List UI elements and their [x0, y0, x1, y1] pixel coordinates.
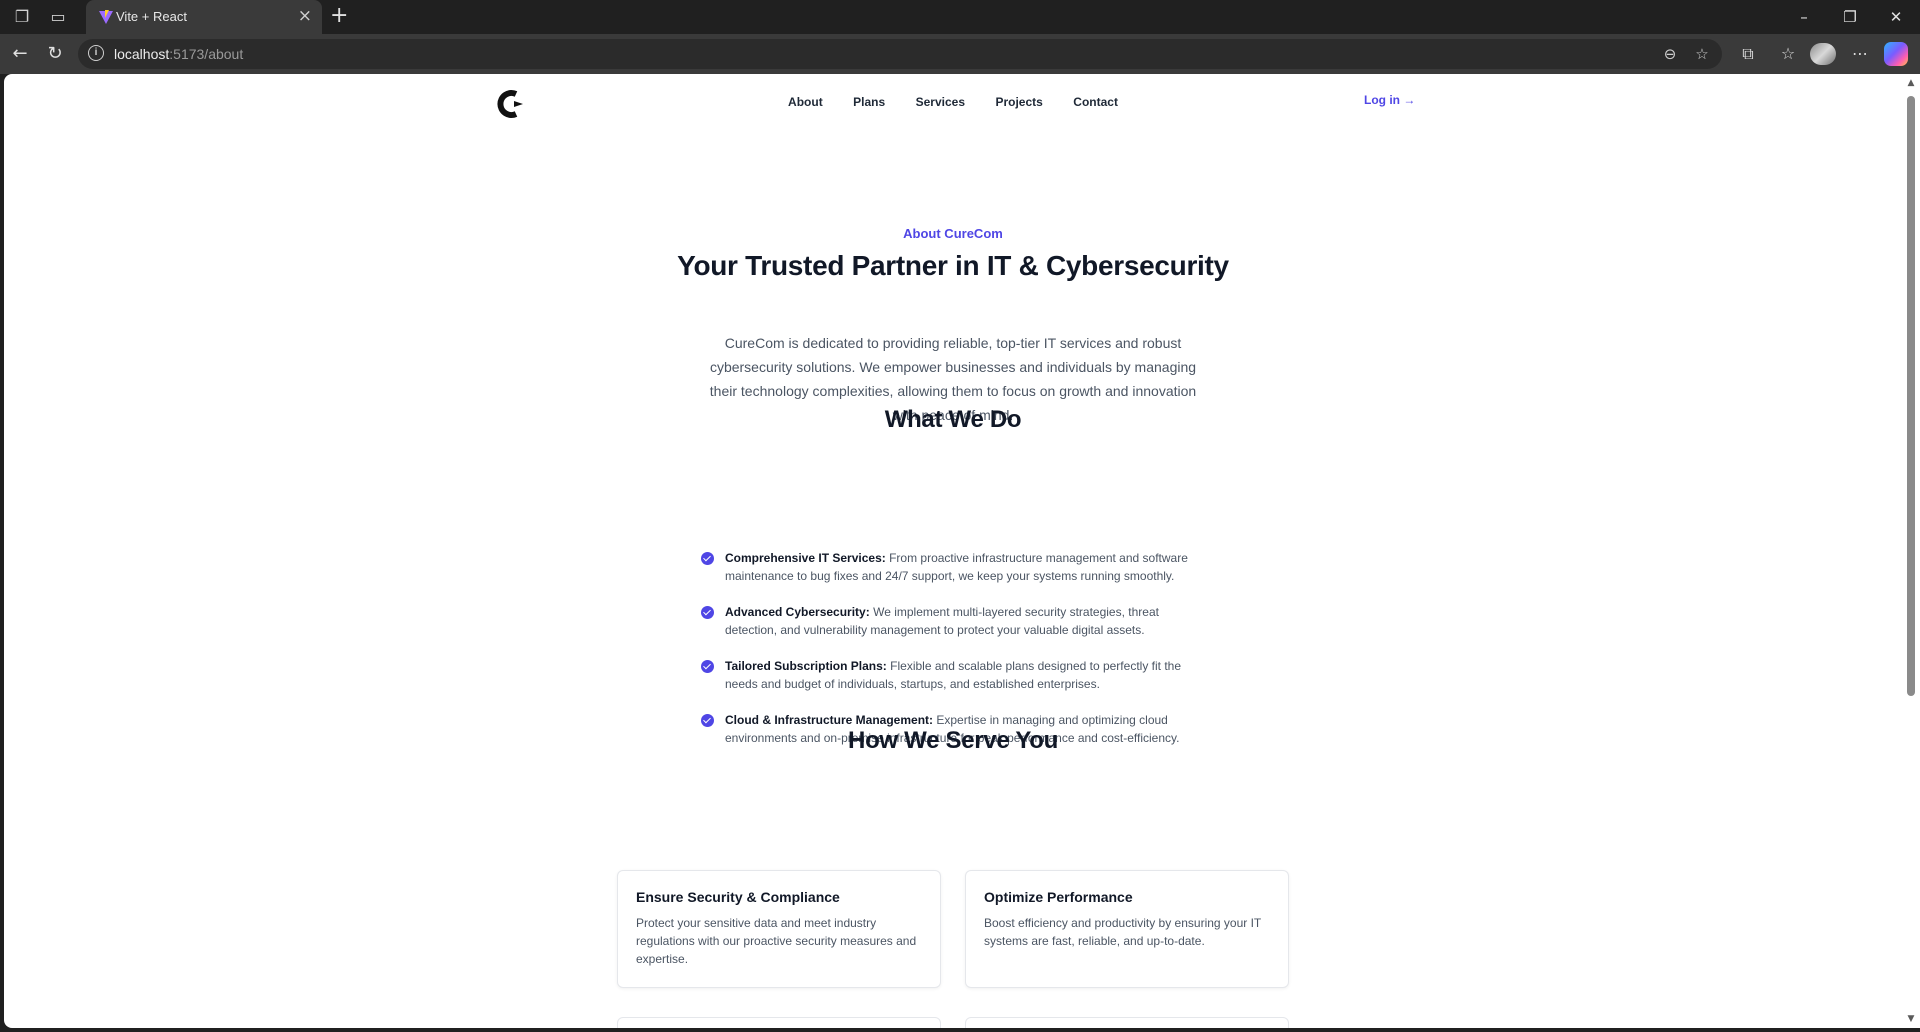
- feature-term: Comprehensive IT Services:: [725, 551, 886, 565]
- list-item: Advanced Cybersecurity: We implement mul…: [701, 603, 1211, 639]
- card-text: Protect your sensitive data and meet ind…: [636, 916, 917, 966]
- what-we-do-title: What We Do: [884, 406, 1022, 433]
- scroll-up-icon[interactable]: ▲: [1906, 78, 1916, 88]
- scroll-down-icon[interactable]: ▼: [1906, 1014, 1916, 1024]
- login-link[interactable]: Log in →: [1364, 93, 1415, 107]
- main-nav: About Plans Services Projects Contact: [4, 93, 1902, 111]
- nav-link-services[interactable]: Services: [916, 95, 965, 109]
- card-title: Ensure Security & Compliance: [636, 889, 840, 905]
- how-we-serve-title: How We Serve You: [848, 727, 1058, 754]
- more-menu-icon[interactable]: ⋯: [1848, 42, 1872, 66]
- restore-icon[interactable]: ❐: [1830, 5, 1870, 29]
- vertical-tabs-icon[interactable]: ▭: [46, 5, 70, 29]
- feature-term: Tailored Subscription Plans:: [725, 659, 887, 673]
- tab-title: Vite + React: [116, 9, 187, 24]
- address-bar[interactable]: i localhost:5173/about ⊖ ☆: [78, 39, 1722, 69]
- scrollbar-thumb[interactable]: [1907, 96, 1915, 696]
- feature-term: Cloud & Infrastructure Management:: [725, 713, 934, 727]
- favorites-icon[interactable]: ☆: [1776, 42, 1800, 66]
- page-viewport: About Plans Services Projects Contact Lo…: [4, 74, 1902, 1028]
- check-circle-icon: [701, 714, 714, 727]
- workspaces-icon[interactable]: ❐: [10, 5, 34, 29]
- extensions-icon[interactable]: ⧉: [1736, 42, 1760, 66]
- card-text: Boost efficiency and productivity by ens…: [984, 916, 1262, 948]
- close-window-icon[interactable]: ✕: [1876, 5, 1916, 29]
- service-card-partial: [965, 1017, 1289, 1028]
- hero-eyebrow: About CureCom: [903, 226, 1003, 241]
- page-title: Your Trusted Partner in IT & Cybersecuri…: [677, 250, 1229, 281]
- browser-toolbar: ← ↻ i localhost:5173/about ⊖ ☆ ⧉ ☆ ⋯: [0, 34, 1920, 74]
- nav-link-plans[interactable]: Plans: [853, 95, 885, 109]
- zoom-icon[interactable]: ⊖: [1659, 43, 1681, 65]
- vite-favicon-icon: [99, 10, 113, 24]
- service-card-partial: [617, 1017, 941, 1028]
- service-card-security: Ensure Security & Compliance Protect you…: [617, 870, 941, 988]
- service-card-performance: Optimize Performance Boost efficiency an…: [965, 870, 1289, 988]
- nav-link-contact[interactable]: Contact: [1073, 95, 1118, 109]
- browser-tab[interactable]: Vite + React ×: [86, 0, 322, 34]
- feature-term: Advanced Cybersecurity:: [725, 605, 870, 619]
- check-circle-icon: [701, 606, 714, 619]
- new-tab-icon[interactable]: +: [330, 3, 348, 28]
- nav-link-projects[interactable]: Projects: [995, 95, 1042, 109]
- profile-avatar[interactable]: [1810, 43, 1836, 65]
- copilot-icon[interactable]: [1884, 42, 1908, 66]
- page-scrollbar[interactable]: ▲ ▼: [1902, 74, 1920, 1028]
- favorite-star-icon[interactable]: ☆: [1691, 43, 1713, 65]
- url-text[interactable]: localhost:5173/about: [114, 46, 243, 62]
- site-info-icon[interactable]: i: [88, 45, 104, 61]
- back-icon[interactable]: ←: [8, 42, 32, 66]
- check-circle-icon: [701, 552, 714, 565]
- minimize-icon[interactable]: –: [1784, 5, 1824, 29]
- list-item: Tailored Subscription Plans: Flexible an…: [701, 657, 1211, 693]
- list-item: Comprehensive IT Services: From proactiv…: [701, 549, 1211, 585]
- card-title: Optimize Performance: [984, 889, 1133, 905]
- browser-titlebar: ❐ ▭ Vite + React × + – ❐ ✕: [0, 0, 1920, 34]
- check-circle-icon: [701, 660, 714, 673]
- site-header: About Plans Services Projects Contact Lo…: [4, 74, 1902, 130]
- tab-close-icon[interactable]: ×: [298, 6, 312, 26]
- refresh-icon[interactable]: ↻: [43, 42, 67, 66]
- nav-link-about[interactable]: About: [788, 95, 823, 109]
